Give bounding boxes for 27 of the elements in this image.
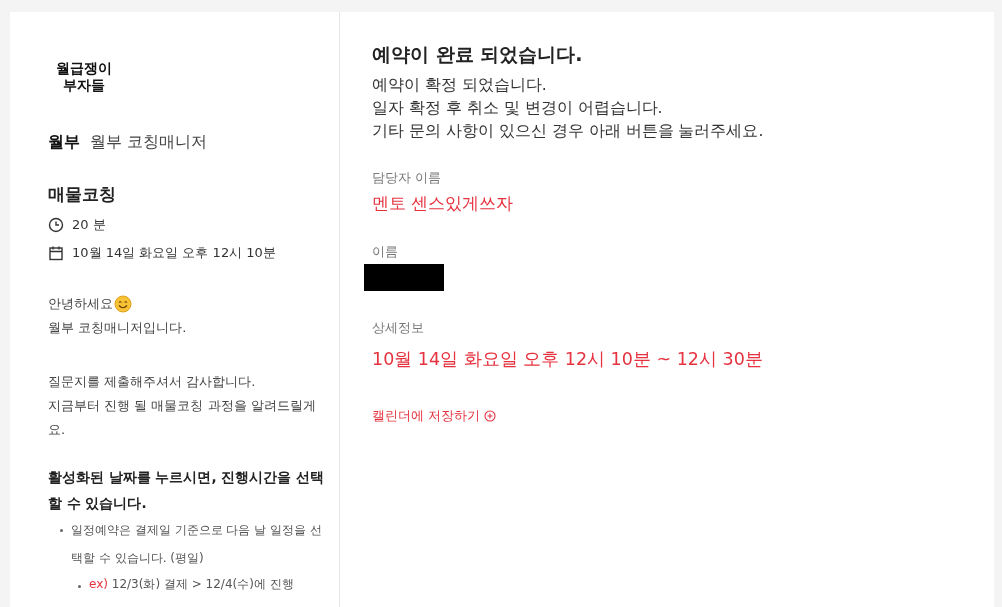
greeting-text: 안녕하세요: [48, 295, 113, 313]
greeting-text: 월부 코칭매니저입니다.: [48, 319, 188, 337]
smiley-icon: [114, 295, 132, 313]
field-label: 상세정보: [372, 319, 425, 337]
notice-text: 활성화된 날짜를 누르시면, 진행시간을 선택할 수 있습니다.: [48, 468, 325, 513]
confirmation-title: 예약이 완료 되었습니다.: [372, 42, 584, 67]
field-label: 담당자 이름: [372, 169, 443, 187]
detail-value: 10월 14일 화요일 오후 12시 10분 ~ 12시 30분: [372, 348, 764, 371]
calendar-link[interactable]: 캘린더에 저장하기: [372, 407, 497, 425]
date-text: 10월 14일 화요일 오후 12시 10분: [72, 244, 276, 262]
logo: 월급쟁이 부자들: [55, 60, 113, 94]
clock-icon: [48, 217, 64, 233]
duration-text: 20 분: [72, 216, 106, 234]
bullet-text: 일정예약은 결제일 기준으로 다음 날 일정을 선택할 수 있습니다. (평일): [71, 522, 323, 567]
intro-text: 질문지를 제출해주셔서 감사합니다.: [48, 373, 257, 391]
event-title: 매물코칭: [48, 183, 117, 206]
host-logo: 월부: [48, 132, 80, 153]
host-value: 멘토 센스있게쓰자: [372, 193, 515, 215]
intro-text: 지금부터 진행 될 매물코칭 과정을 알려드릴게요.: [48, 397, 317, 439]
message-text: 기타 문의 사항이 있으신 경우 아래 버튼을 눌러주세요.: [372, 121, 765, 142]
message-text: 일자 확정 후 취소 및 변경이 어렵습니다.: [372, 98, 664, 119]
message-text: 예약이 확정 되었습니다.: [372, 75, 548, 96]
bullet-text: ex) 12/3(화) 결제 > 12/4(수)에 진행: [89, 576, 294, 593]
host-name: 월부 코칭매니저: [90, 132, 208, 153]
field-label: 이름: [372, 243, 399, 261]
calendar-icon: [48, 245, 64, 261]
plus-circle-icon: [484, 410, 497, 422]
